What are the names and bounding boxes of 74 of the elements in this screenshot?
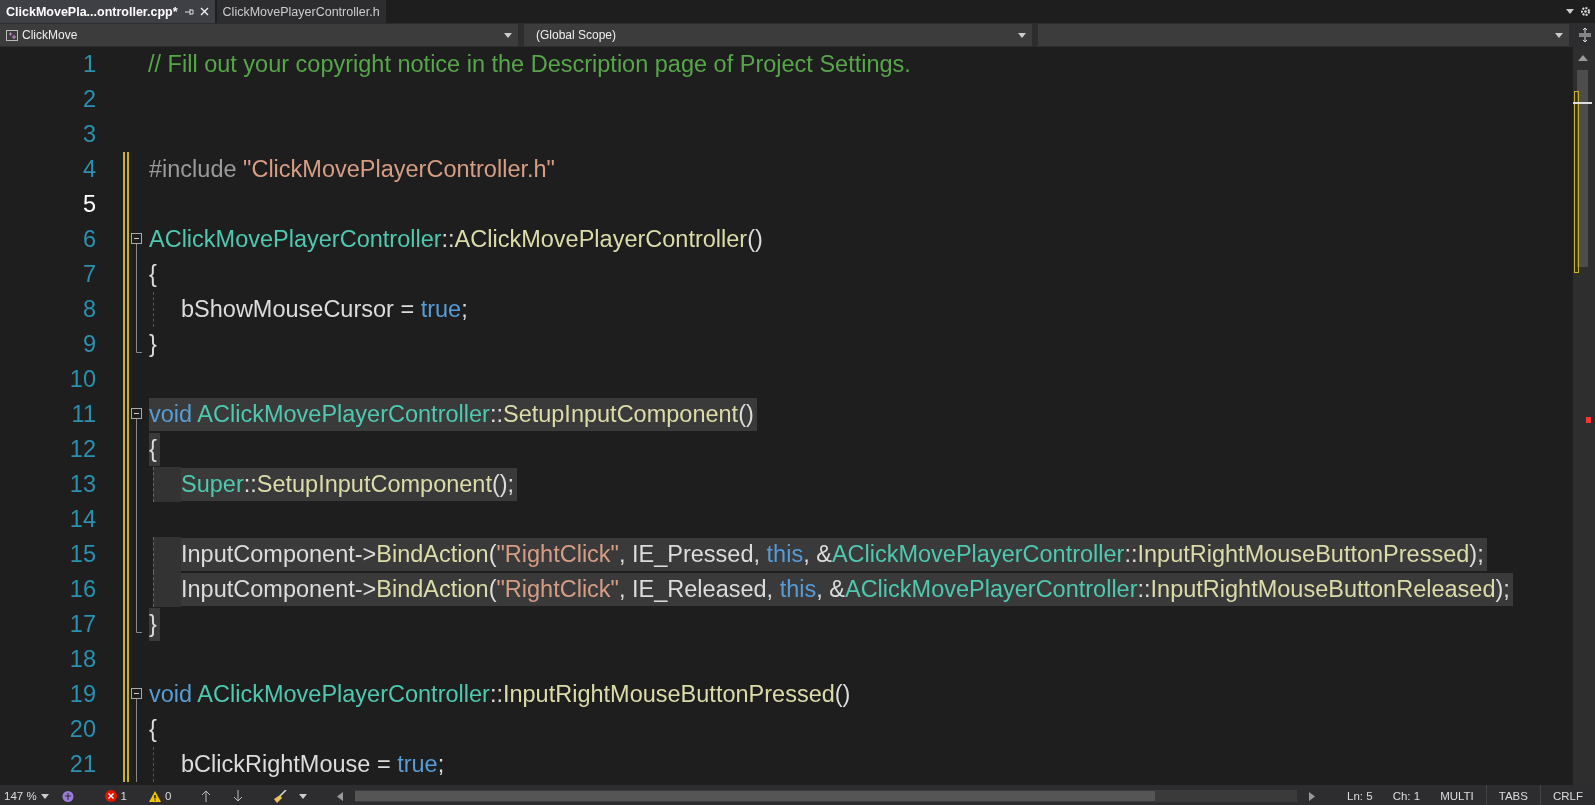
collapse-icon[interactable] [131, 688, 142, 712]
indent-guide [153, 572, 181, 607]
code-line: bShowMouseCursor = true; [181, 295, 468, 324]
warning-icon[interactable] [149, 790, 161, 802]
line-number: 11 [70, 401, 96, 428]
mode-indicator[interactable]: MULTI [1440, 790, 1474, 802]
code-line: AClickMovePlayerController::AClickMovePlayerController() [149, 225, 763, 254]
line-number: 1 [81, 51, 96, 78]
collapse-icon[interactable] [131, 233, 142, 257]
indent-guide [153, 467, 181, 502]
line-number: 8 [81, 296, 96, 323]
line-number: 9 [81, 331, 96, 358]
file-tab[interactable]: ClickMovePla...ontroller.cpp* [0, 0, 215, 23]
caret-icon [299, 793, 308, 799]
line-number: 13 [68, 471, 96, 498]
project-icon [6, 29, 18, 41]
broom-icon[interactable] [273, 789, 288, 803]
warning-count[interactable]: 0 [165, 790, 172, 802]
line-number: 2 [81, 86, 96, 113]
fold-end-line [136, 607, 142, 633]
scope-dropdown[interactable]: (Global Scope) [524, 24, 1032, 46]
pin-icon[interactable] [183, 6, 194, 17]
code-line: { [149, 260, 157, 289]
line-number: 10 [68, 366, 96, 393]
error-icon[interactable] [104, 790, 117, 802]
scroll-right-icon[interactable] [1309, 791, 1316, 801]
scroll-up-icon[interactable] [1578, 55, 1588, 61]
code-line: } [149, 330, 157, 359]
line-number: 12 [68, 436, 96, 463]
line-ending-indicator[interactable]: CRLF [1539, 785, 1595, 805]
fold-end-line [136, 327, 142, 353]
code-line: // Fill out your copyright notice in the Description page of Project Settings. [148, 50, 911, 79]
line-number: 15 [68, 541, 96, 568]
line-number: 7 [81, 261, 96, 288]
collapse-icon[interactable] [131, 408, 142, 432]
line-number: 14 [68, 506, 96, 533]
line-number: 18 [68, 646, 96, 673]
column-indicator: Ch: 1 [1392, 790, 1421, 802]
line-indicator: Ln: 5 [1347, 790, 1373, 802]
scroll-thumb[interactable] [355, 791, 1156, 801]
line-number: 20 [68, 716, 96, 743]
caret-icon [504, 32, 512, 38]
line-number: 17 [68, 611, 96, 638]
line-number: 6 [81, 226, 96, 253]
line-number: 4 [81, 156, 96, 183]
line-number: 16 [68, 576, 96, 603]
scroll-thumb[interactable] [1577, 70, 1588, 267]
line-number: 19 [68, 681, 96, 708]
caret-icon [40, 793, 49, 799]
indent-indicator[interactable]: TABS [1485, 785, 1540, 805]
arrow-down-icon[interactable] [233, 790, 244, 802]
line-number: 3 [81, 121, 96, 148]
code-line: void AClickMovePlayerController::InputRightMouseButtonPressed() [149, 680, 851, 709]
horizontal-scrollbar[interactable] [355, 790, 1298, 802]
project-dropdown[interactable]: ClickMove [0, 24, 518, 46]
settings-icon[interactable] [1580, 6, 1591, 17]
file-tab[interactable]: ClickMovePlayerController.h [216, 0, 386, 23]
error-marker [1586, 417, 1591, 423]
line-number: 21 [68, 751, 96, 778]
caret-icon [1555, 32, 1563, 38]
zoom-level[interactable]: 147 % [4, 790, 49, 802]
code-line: bClickRightMouse = true; [181, 750, 445, 779]
arrow-up-icon[interactable] [201, 790, 212, 802]
dropdown-icon [1566, 9, 1574, 14]
split-icon[interactable] [1579, 28, 1591, 42]
indent-guide [153, 537, 181, 572]
scroll-left-icon[interactable] [337, 791, 344, 801]
close-icon[interactable] [199, 7, 209, 16]
caret-marker [1573, 102, 1592, 104]
line-number: 5 [81, 191, 96, 218]
caret-icon [1018, 32, 1026, 38]
code-line: { [149, 715, 157, 744]
error-count[interactable]: 1 [120, 790, 127, 802]
code-line: #include "ClickMovePlayerController.h" [149, 155, 555, 184]
